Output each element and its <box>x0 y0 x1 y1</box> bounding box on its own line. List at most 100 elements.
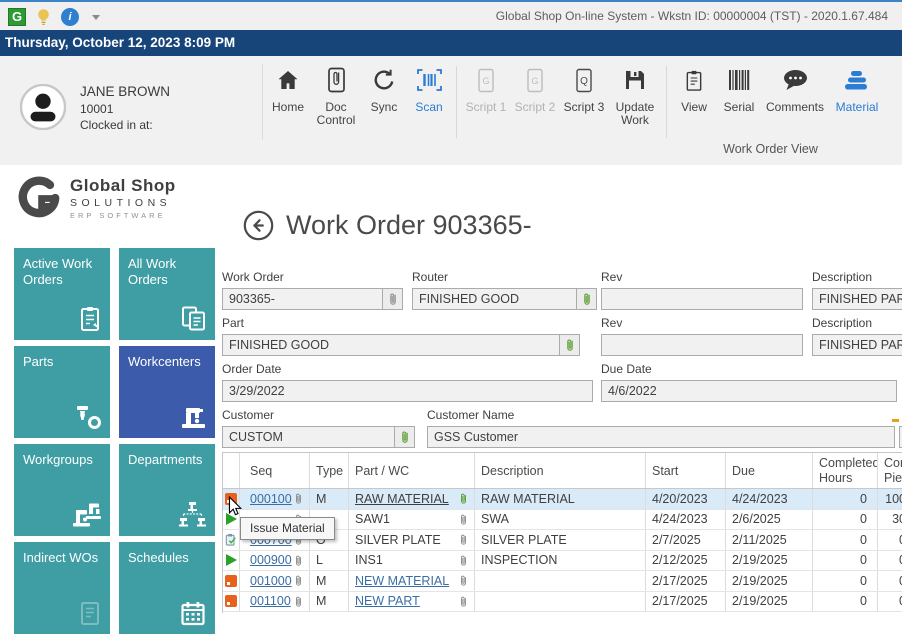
serial-barcode-icon <box>728 64 750 96</box>
info-icon[interactable]: i <box>61 8 79 26</box>
clipboard-icon <box>78 305 102 332</box>
sync-icon <box>372 64 396 96</box>
global-shop-logo: Global Shop SOLUTIONS ERP SOFTWARE <box>16 175 176 221</box>
rev2-field[interactable] <box>601 334 803 356</box>
start-sequence-icon[interactable] <box>226 554 237 566</box>
serial-button[interactable]: Serial <box>719 64 759 114</box>
issue-material-icon[interactable] <box>225 575 237 587</box>
machines-icon <box>72 502 102 528</box>
home-icon <box>276 64 300 96</box>
script1-button: G Script 1 <box>464 64 508 114</box>
attachment-button[interactable] <box>559 335 579 355</box>
clipboard-icon <box>684 64 704 96</box>
script3-button[interactable]: Q Script 3 <box>562 64 606 114</box>
part-text: SAW1 <box>355 512 390 526</box>
comment-bubble-icon <box>782 64 809 96</box>
description2-field[interactable]: FINISHED PART D <box>812 334 902 356</box>
avatar[interactable] <box>20 84 66 130</box>
org-chart-icon <box>177 501 207 528</box>
rev2-label: Rev <box>601 316 622 330</box>
update-work-button[interactable]: Update Work <box>611 64 659 127</box>
sidebar-item-schedules[interactable]: Schedules <box>119 542 215 634</box>
attachment-icon[interactable] <box>294 574 303 587</box>
description-label: Description <box>812 270 872 284</box>
router-field[interactable]: FINISHED GOOD <box>412 288 597 310</box>
attachment-icon[interactable] <box>459 513 468 526</box>
window-title: Global Shop On-line System - Wkstn ID: 0… <box>496 2 888 30</box>
issued-clipboard-icon[interactable] <box>225 532 237 547</box>
table-row[interactable]: 001000 M NEW MATERIAL 2/17/2025 2/19/202… <box>223 571 902 592</box>
table-row[interactable]: 000100 M RAW MATERIAL RAW MATERIAL 4/20/… <box>223 489 902 510</box>
attachment-icon[interactable] <box>459 554 468 567</box>
seq-link[interactable]: 000900 <box>250 553 292 567</box>
customer-field[interactable]: CUSTOM <box>222 426 415 448</box>
sidebar-item-indirect-wos[interactable]: Indirect WOs <box>14 542 110 634</box>
work-order-label: Work Order <box>222 270 284 284</box>
toolbar-separator <box>456 66 457 138</box>
material-button[interactable]: Material <box>831 64 883 114</box>
attachment-button[interactable] <box>394 427 414 447</box>
clipboards-icon <box>181 305 207 332</box>
attachment-icon[interactable] <box>459 492 468 505</box>
back-button[interactable] <box>243 210 274 241</box>
header-separator <box>262 64 263 140</box>
sidebar-item-all-work-orders[interactable]: All Work Orders <box>119 248 215 340</box>
dropdown-caret-icon[interactable] <box>92 15 100 20</box>
svg-text:Q: Q <box>580 76 588 87</box>
customer-name-field[interactable]: GSS Customer <box>427 426 895 448</box>
part-link[interactable]: NEW PART <box>355 594 420 608</box>
calendar-icon <box>180 600 207 626</box>
home-button[interactable]: Home <box>268 64 308 114</box>
sidebar-item-departments[interactable]: Departments <box>119 444 215 536</box>
doc-control-button[interactable]: Doc Control <box>313 64 359 127</box>
machine-icon <box>180 404 207 430</box>
attachment-icon[interactable] <box>459 533 468 546</box>
rev-field[interactable] <box>601 288 803 310</box>
attachment-icon[interactable] <box>294 492 303 505</box>
app-logo-icon[interactable]: G <box>8 8 26 26</box>
script2-icon: G <box>525 64 545 96</box>
attachment-icon[interactable] <box>294 595 303 608</box>
svg-text:G: G <box>531 76 538 86</box>
comments-button[interactable]: Comments <box>764 64 826 114</box>
table-row[interactable]: 001100 M NEW PART 2/17/2025 2/19/2025 0 … <box>223 592 902 613</box>
sidebar-item-workcenters[interactable]: Workcenters <box>119 346 215 438</box>
table-row[interactable]: 000900 L INS1 INSPECTION 2/12/2025 2/19/… <box>223 551 902 572</box>
part-link[interactable]: NEW MATERIAL <box>355 574 449 588</box>
mouse-cursor <box>228 496 242 517</box>
part-text: SILVER PLATE <box>355 533 441 547</box>
sidebar-item-active-work-orders[interactable]: Active Work Orders <box>14 248 110 340</box>
sidebar-item-workgroups[interactable]: Workgroups <box>14 444 110 536</box>
sidebar-item-parts[interactable]: Parts <box>14 346 110 438</box>
issue-material-icon[interactable] <box>225 595 237 607</box>
seq-link[interactable]: 000100 <box>250 492 292 506</box>
description-field[interactable]: FINISHED PART <box>812 288 902 310</box>
due-date-field[interactable]: 4/6/2022 <box>601 380 897 402</box>
customer-name-label: Customer Name <box>427 408 514 422</box>
date-banner: Thursday, October 12, 2023 8:09 PM <box>0 30 902 56</box>
part-link[interactable]: RAW MATERIAL <box>355 492 449 506</box>
tip-lightbulb-icon[interactable] <box>35 7 52 27</box>
sync-button[interactable]: Sync <box>364 64 404 114</box>
doc-control-icon <box>326 64 347 96</box>
attachment-icon[interactable] <box>294 554 303 567</box>
svg-text:G: G <box>482 76 489 86</box>
attachment-button[interactable] <box>382 289 402 309</box>
attachment-icon[interactable] <box>459 595 468 608</box>
view-button[interactable]: View <box>674 64 714 114</box>
window-titlebar: G i Global Shop On-line System - Wkstn I… <box>0 0 902 30</box>
toolbar: Home Doc Control Sync <box>268 64 883 138</box>
order-date-label: Order Date <box>222 362 281 376</box>
attachment-button[interactable] <box>576 289 596 309</box>
seq-link[interactable]: 001000 <box>250 574 292 588</box>
scan-button[interactable]: Scan <box>409 64 449 114</box>
toolbar-separator <box>666 66 667 138</box>
work-order-field[interactable]: 903365- <box>222 288 403 310</box>
part-field[interactable]: FINISHED GOOD <box>222 334 580 356</box>
script2-button: G Script 2 <box>513 64 557 114</box>
order-date-field[interactable]: 3/29/2022 <box>222 380 593 402</box>
seq-link[interactable]: 001100 <box>250 594 291 608</box>
part-label: Part <box>222 316 244 330</box>
toolbar-group-label: Work Order View <box>666 142 875 156</box>
attachment-icon[interactable] <box>459 574 468 587</box>
